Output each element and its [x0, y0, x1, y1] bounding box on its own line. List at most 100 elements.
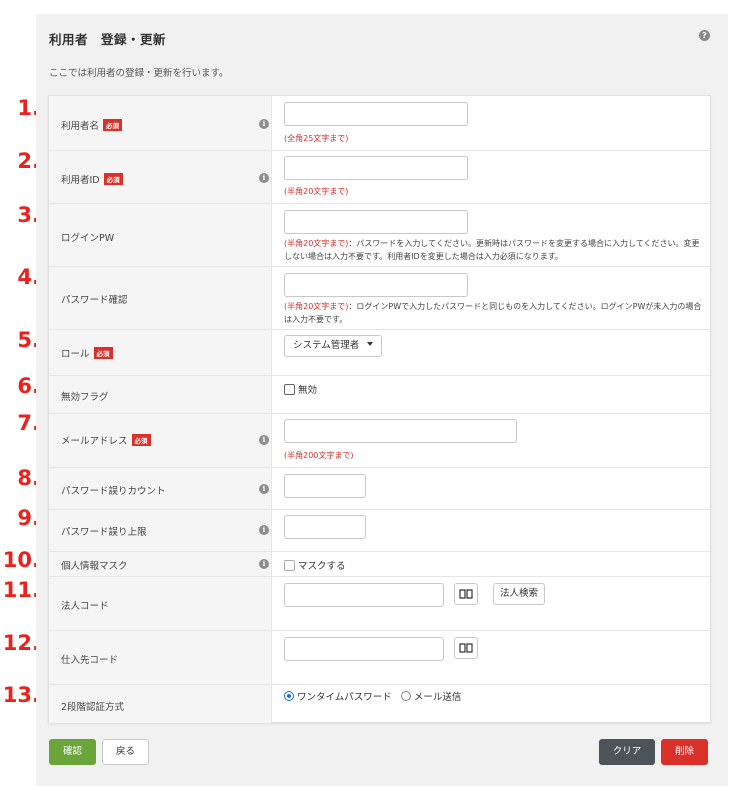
user-form: 利用者名 必須 i (全角25文字まで) 利用者ID 必須 i (半角20文字まで)…: [48, 95, 711, 723]
radio-button[interactable]: [400, 691, 411, 701]
row-user-name: 利用者名 必須 i (全角25文字まで): [49, 96, 710, 151]
marker-2: 2.: [17, 149, 40, 173]
info-icon[interactable]: i: [259, 173, 269, 183]
marker-3: 3.: [17, 203, 40, 227]
label-cell: ログインPW: [49, 204, 272, 266]
marker-6: 6.: [17, 374, 40, 398]
checkbox-label: マスクする: [298, 561, 346, 572]
row-supplier-code: 仕入先コード: [49, 631, 710, 685]
book-icon-svg: [459, 589, 473, 599]
row-user-id: 利用者ID 必須 i (半角20文字まで): [49, 151, 710, 204]
delete-button[interactable]: 削除: [661, 739, 708, 765]
required-badge: 必須: [103, 173, 123, 185]
login-pw-label: ログインPW: [61, 233, 115, 244]
pii-mask-label: 個人情報マスク: [61, 561, 128, 572]
row-login-pw: ログインPW (半角20文字まで)：パスワードを入力してください。更新時はパスワ…: [49, 204, 710, 267]
required-badge: 必須: [93, 347, 113, 359]
corp-code-label: 法人コード: [61, 601, 109, 612]
info-icon[interactable]: i: [259, 525, 269, 535]
page-description: ここでは利用者の登録・更新を行います。: [49, 68, 229, 79]
page-title: 利用者 登録・更新: [49, 32, 167, 47]
label-cell: 利用者名 必須 i: [49, 96, 272, 150]
radio-label: メール送信: [413, 692, 462, 703]
label-cell: パスワード誤りカウント i: [49, 468, 272, 509]
label-cell: メールアドレス 必須 i: [49, 414, 272, 467]
help-icon[interactable]: ?: [699, 30, 710, 41]
pw-confirm-label: パスワード確認: [61, 295, 128, 306]
label-cell: 仕入先コード: [49, 631, 272, 684]
two-factor-radios: ワンタイムパスワード メール送信: [284, 689, 461, 703]
radio-email[interactable]: メール送信: [400, 691, 462, 703]
hint-limit: (半角20文字まで): [284, 239, 349, 248]
marker-11: 11.: [2, 578, 40, 602]
info-icon[interactable]: i: [259, 119, 269, 129]
user-id-input[interactable]: [284, 156, 468, 180]
label-cell: 無効フラグ: [49, 376, 272, 413]
info-icon[interactable]: i: [259, 435, 269, 445]
radio-button[interactable]: [284, 691, 294, 701]
corp-search-button[interactable]: 法人検索: [493, 583, 545, 605]
label-cell: 2段階認証方式: [49, 685, 272, 723]
label-cell: 利用者ID 必須 i: [49, 151, 272, 203]
user-name-input[interactable]: [284, 102, 468, 126]
row-disabled-flag: 無効フラグ 無効: [49, 376, 710, 414]
row-email: メールアドレス 必須 i (半角200文字まで): [49, 414, 710, 468]
row-pw-error-limit: パスワード誤り上限 i: [49, 510, 710, 552]
email-label: メールアドレス 必須: [61, 433, 151, 447]
row-pw-error-count: パスワード誤りカウント i: [49, 468, 710, 510]
chevron-down-icon: [367, 342, 374, 346]
confirm-button[interactable]: 確認: [49, 739, 96, 765]
book-icon[interactable]: [454, 637, 478, 659]
role-label: ロール 必須: [61, 346, 113, 360]
user-name-label: 利用者名 必須: [61, 118, 123, 132]
pii-mask-checkbox[interactable]: マスクする: [284, 558, 346, 572]
user-id-label: 利用者ID 必須: [61, 172, 123, 186]
label-cell: ロール 必須: [49, 330, 272, 375]
label-cell: 個人情報マスク i: [49, 552, 272, 576]
label-cell: 法人コード: [49, 577, 272, 630]
radio-label: ワンタイムパスワード: [297, 692, 392, 703]
disabled-checkbox[interactable]: 無効: [284, 382, 317, 396]
login-pw-hint: (半角20文字まで)：パスワードを入力してください。更新時はパスワードを変更する…: [284, 238, 702, 263]
marker-5: 5.: [17, 328, 40, 352]
supplier-code-input[interactable]: [284, 637, 444, 661]
marker-1: 1.: [17, 96, 40, 120]
row-two-factor: 2段階認証方式 ワンタイムパスワード メール送信: [49, 685, 710, 723]
two-factor-label: 2段階認証方式: [61, 702, 125, 713]
info-icon[interactable]: i: [259, 559, 269, 569]
role-select[interactable]: システム管理者: [284, 335, 383, 357]
marker-8: 8.: [17, 466, 40, 490]
disabled-flag-label: 無効フラグ: [61, 392, 109, 403]
checkbox-box[interactable]: [284, 384, 295, 395]
checkbox-box[interactable]: [284, 560, 295, 571]
corp-code-input[interactable]: [284, 583, 444, 607]
book-icon-svg: [459, 643, 473, 653]
pw-error-limit-input[interactable]: [284, 515, 366, 539]
row-pw-confirm: パスワード確認 (半角20文字まで)：ログインPWで入力したパスワードと同じもの…: [49, 267, 710, 330]
marker-12: 12.: [2, 631, 40, 655]
pw-error-count-input[interactable]: [284, 474, 366, 498]
marker-10: 10.: [2, 548, 40, 572]
clear-button[interactable]: クリア: [599, 739, 655, 765]
back-button[interactable]: 戻る: [102, 739, 149, 765]
radio-otp[interactable]: ワンタイムパスワード: [284, 691, 392, 703]
label-text: 利用者名: [61, 121, 100, 132]
label-text: 利用者ID: [61, 175, 100, 186]
label-text: メールアドレス: [61, 436, 128, 447]
label-text: ロール: [61, 349, 90, 360]
main-panel: 利用者 登録・更新 ? ここでは利用者の登録・更新を行います。 利用者名 必須 i…: [36, 14, 728, 786]
required-badge: 必須: [103, 119, 123, 131]
book-icon[interactable]: [454, 583, 478, 605]
hint-limit: (半角20文字まで): [284, 302, 349, 311]
login-pw-input[interactable]: [284, 210, 468, 234]
pw-confirm-input[interactable]: [284, 273, 468, 297]
email-hint: (半角200文字まで): [284, 451, 354, 460]
user-name-hint: (全角25文字まで): [284, 134, 349, 143]
email-input[interactable]: [284, 419, 517, 443]
role-selected: システム管理者: [293, 340, 360, 351]
row-corp-code: 法人コード 法人検索: [49, 577, 710, 631]
pw-error-count-label: パスワード誤りカウント: [61, 486, 166, 497]
pw-confirm-hint: (半角20文字まで)：ログインPWで入力したパスワードと同じものを入力してくださ…: [284, 301, 702, 326]
info-icon[interactable]: i: [259, 484, 269, 494]
supplier-code-label: 仕入先コード: [61, 655, 119, 666]
